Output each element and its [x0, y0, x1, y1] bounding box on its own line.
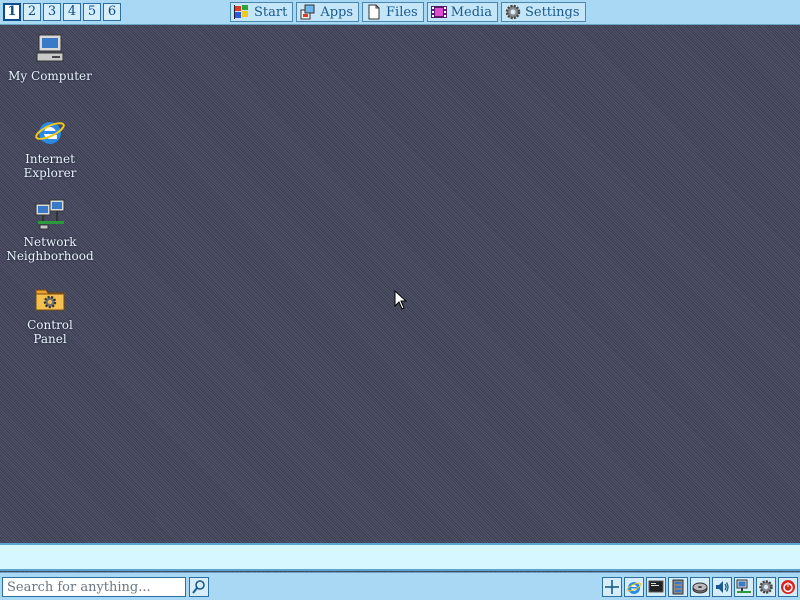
desktop-icon-network-neighborhood[interactable]: Network Neighborhood — [2, 199, 98, 263]
tray-server-button[interactable] — [668, 577, 688, 597]
film-icon — [430, 4, 447, 20]
desktop-icon-label: My Computer — [8, 69, 92, 83]
internet-explorer-icon — [34, 116, 66, 148]
tray-disk-button[interactable] — [690, 577, 710, 597]
tray-volume-button[interactable] — [712, 577, 732, 597]
desktop-icon-my-computer[interactable]: My Computer — [2, 33, 98, 83]
bottom-taskbar — [0, 572, 800, 600]
magnifier-icon — [190, 579, 208, 595]
terminal-icon — [647, 579, 665, 595]
desktop-icon-label: Control Panel — [27, 318, 73, 346]
gear-icon — [757, 579, 775, 595]
start-menu-label: Start — [254, 4, 288, 20]
workspace-button-6[interactable]: 6 — [103, 3, 121, 21]
files-menu-button[interactable]: Files — [362, 2, 424, 22]
system-tray — [602, 577, 798, 597]
search-button[interactable] — [189, 577, 209, 597]
desktop-icon-internet-explorer[interactable]: Internet Explorer — [2, 116, 98, 180]
desktop-icon-control-panel[interactable]: Control Panel — [2, 282, 98, 346]
control-panel-icon — [34, 282, 66, 314]
top-panel: 1 2 3 4 5 6 Start Apps Files Media Setti… — [0, 0, 800, 25]
tray-power-button[interactable] — [778, 577, 798, 597]
media-menu-label: Media — [450, 4, 492, 20]
workspace-button-3[interactable]: 3 — [43, 3, 61, 21]
network-icon — [34, 199, 66, 231]
tray-crosshair-button[interactable] — [602, 577, 622, 597]
computer-icon — [34, 33, 66, 65]
main-menu: Start Apps Files Media Settings — [230, 2, 586, 22]
tray-network-button[interactable] — [734, 577, 754, 597]
gear-icon — [505, 4, 521, 20]
search-input[interactable] — [2, 577, 186, 597]
network-icon — [735, 579, 753, 595]
workspace-button-5[interactable]: 5 — [83, 3, 101, 21]
power-icon — [779, 579, 797, 595]
apps-icon — [300, 4, 316, 20]
document-icon — [366, 4, 382, 20]
apps-menu-label: Apps — [320, 4, 354, 20]
tray-browser-button[interactable] — [624, 577, 644, 597]
crosshair-icon — [603, 579, 621, 595]
volume-icon — [713, 579, 731, 595]
workspace-button-4[interactable]: 4 — [63, 3, 81, 21]
tray-terminal-button[interactable] — [646, 577, 666, 597]
apps-menu-button[interactable]: Apps — [296, 2, 360, 22]
tray-settings-button[interactable] — [756, 577, 776, 597]
workspace-button-1[interactable]: 1 — [3, 3, 21, 21]
start-menu-button[interactable]: Start — [230, 2, 294, 22]
notification-strip — [0, 543, 800, 571]
desktop-icon-label: Internet Explorer — [23, 152, 77, 180]
workspace-button-2[interactable]: 2 — [23, 3, 41, 21]
files-menu-label: Files — [386, 4, 418, 20]
disk-icon — [691, 579, 709, 595]
desktop-icon-label: Network Neighborhood — [6, 235, 94, 263]
settings-menu-button[interactable]: Settings — [500, 2, 586, 22]
media-menu-button[interactable]: Media — [426, 2, 498, 22]
mouse-pointer-icon — [394, 290, 408, 310]
settings-menu-label: Settings — [524, 4, 580, 20]
internet-explorer-icon — [625, 579, 643, 595]
workspace-switcher: 1 2 3 4 5 6 — [3, 3, 121, 21]
server-icon — [669, 579, 687, 595]
windows-flag-icon — [234, 4, 250, 20]
